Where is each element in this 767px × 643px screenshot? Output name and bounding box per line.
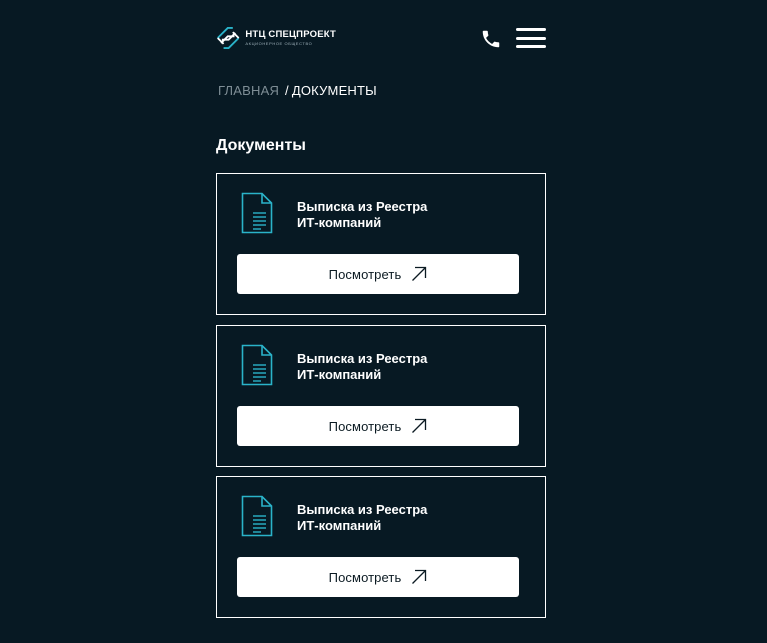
arrow-up-right-icon	[412, 266, 427, 281]
breadcrumb: ГЛАВНАЯ / ДОКУМЕНТЫ	[218, 83, 377, 98]
document-card: Выписка из Реестра ИТ-компаний Посмотрет…	[216, 325, 546, 467]
phone-button[interactable]	[480, 28, 502, 50]
breadcrumb-separator: /	[285, 83, 289, 98]
breadcrumb-home-link[interactable]: ГЛАВНАЯ	[218, 83, 279, 98]
document-icon	[241, 192, 273, 234]
phone-icon	[482, 30, 500, 48]
logo-title: НТЦ СПЕЦПРОЕКТ	[245, 29, 336, 41]
breadcrumb-current: ДОКУМЕНТЫ	[291, 83, 377, 98]
document-title: Выписка из Реестра ИТ-компаний	[297, 199, 517, 231]
hamburger-menu-icon-line	[516, 28, 546, 31]
document-title-line2: ИТ-компаний	[297, 518, 382, 533]
logo-subtitle: АКЦИОНЕРНОЕ ОБЩЕСТВО	[245, 40, 313, 46]
view-button-label: Посмотреть	[328, 266, 402, 282]
document-card: Выписка из Реестра ИТ-компаний Посмотрет…	[216, 173, 546, 315]
document-title-line1: Выписка из Реестра	[297, 502, 428, 517]
document-title-line2: ИТ-компаний	[297, 215, 382, 230]
document-title: Выписка из Реестра ИТ-компаний	[297, 351, 517, 383]
site-logo[interactable]: НТЦ СПЕЦПРОЕКТ АКЦИОНЕРНОЕ ОБЩЕСТВО	[216, 24, 336, 52]
document-icon	[241, 495, 273, 537]
document-title: Выписка из Реестра ИТ-компаний	[297, 502, 517, 534]
page: НТЦ СПЕЦПРОЕКТ АКЦИОНЕРНОЕ ОБЩЕСТВО ГЛАВ…	[0, 0, 767, 643]
hamburger-menu-icon-line	[516, 36, 546, 40]
menu-button[interactable]	[516, 28, 546, 48]
document-title-line2: ИТ-компаний	[297, 367, 382, 382]
document-title-line1: Выписка из Реестра	[297, 351, 428, 366]
view-document-button[interactable]: Посмотреть	[237, 406, 519, 446]
logo-text: НТЦ СПЕЦПРОЕКТ АКЦИОНЕРНОЕ ОБЩЕСТВО	[245, 30, 336, 46]
view-button-label: Посмотреть	[328, 418, 402, 434]
arrow-up-right-icon	[412, 569, 427, 584]
logo-mark-icon	[217, 26, 240, 50]
view-document-button[interactable]: Посмотреть	[237, 557, 519, 597]
view-document-button[interactable]: Посмотреть	[237, 254, 519, 294]
document-card: Выписка из Реестра ИТ-компаний Посмотрет…	[216, 476, 546, 618]
arrow-up-right-icon	[412, 418, 427, 433]
page-title: Документы	[216, 137, 306, 154]
hamburger-menu-icon-line	[516, 45, 546, 48]
document-icon	[241, 344, 273, 386]
document-title-line1: Выписка из Реестра	[297, 199, 428, 214]
view-button-label: Посмотреть	[328, 569, 402, 585]
